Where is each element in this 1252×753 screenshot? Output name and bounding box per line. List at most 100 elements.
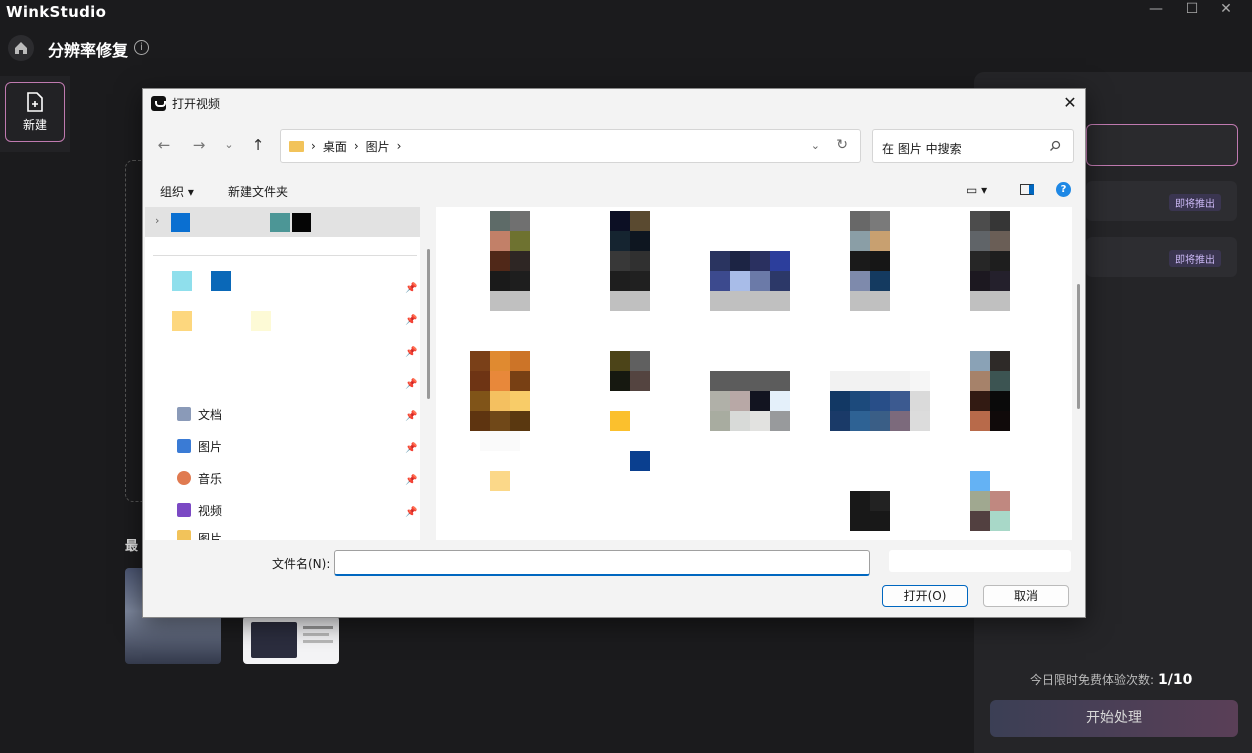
quota-label: 今日限时免费体验次数: bbox=[1030, 673, 1155, 687]
coming-soon-badge: 即将推出 bbox=[1169, 250, 1221, 267]
file-type-select[interactable] bbox=[889, 550, 1071, 572]
blurred-content bbox=[292, 213, 311, 232]
file-thumbnail[interactable] bbox=[610, 211, 650, 311]
nav-scrollbar[interactable] bbox=[427, 249, 430, 399]
new-file-icon bbox=[27, 91, 43, 112]
file-thumbnail[interactable] bbox=[970, 211, 1010, 311]
search-input[interactable]: 在 图片 中搜索 bbox=[872, 129, 1074, 163]
file-thumbnail[interactable] bbox=[630, 451, 650, 471]
file-thumbnail[interactable] bbox=[490, 211, 530, 311]
nav-item-label: 图片 bbox=[198, 439, 223, 454]
refresh-icon[interactable]: ↻ bbox=[836, 137, 848, 153]
content-scrollbar[interactable] bbox=[1077, 284, 1080, 409]
blurred-content bbox=[270, 213, 290, 232]
home-icon bbox=[15, 42, 27, 54]
close-icon[interactable]: ✕ bbox=[1059, 93, 1081, 113]
pin-icon: 📌 bbox=[405, 443, 418, 454]
nav-item-label: 音乐 bbox=[198, 471, 223, 486]
option-item[interactable]: 即将推出 bbox=[1086, 237, 1237, 277]
preview-pane-icon[interactable] bbox=[1020, 184, 1034, 195]
nav-divider bbox=[153, 255, 417, 256]
up-icon[interactable]: ↑ bbox=[247, 135, 269, 155]
file-thumbnail[interactable] bbox=[710, 371, 790, 431]
blurred-content bbox=[171, 213, 190, 232]
new-folder-button[interactable]: 新建文件夹 bbox=[228, 183, 288, 200]
chevron-right-icon[interactable]: › bbox=[155, 214, 159, 227]
nav-item-folder[interactable]: 图片 bbox=[177, 530, 222, 540]
file-thumbnail[interactable] bbox=[710, 251, 790, 311]
nav-item-videos[interactable]: 视频 bbox=[177, 500, 222, 520]
new-button[interactable]: 新建 bbox=[5, 82, 65, 142]
quota-text: 今日限时免费体验次数: 1/10 bbox=[1030, 671, 1192, 688]
pin-icon: 📌 bbox=[405, 315, 418, 326]
file-thumbnail[interactable] bbox=[830, 371, 930, 431]
documents-icon bbox=[177, 407, 191, 421]
file-thumbnail[interactable] bbox=[470, 351, 530, 431]
pictures-icon bbox=[177, 439, 191, 453]
home-button[interactable] bbox=[8, 35, 34, 61]
pin-icon: 📌 bbox=[405, 347, 418, 358]
search-placeholder: 在 图片 中搜索 bbox=[882, 142, 962, 156]
breadcrumb-separator: › bbox=[353, 139, 359, 153]
videos-icon bbox=[177, 503, 191, 517]
open-button[interactable]: 打开(O) bbox=[882, 585, 968, 607]
cancel-button[interactable]: 取消 bbox=[983, 585, 1069, 607]
open-file-dialog: 打开视频 ✕ ← → ⌄ ↑ › 桌面 › 图片 › ⌄ ↻ 在 图片 中搜索 … bbox=[142, 88, 1086, 618]
recent-thumbnail[interactable] bbox=[243, 616, 339, 664]
app-logo-icon bbox=[151, 95, 166, 111]
nav-item-label: 文档 bbox=[198, 407, 223, 422]
option-selected[interactable] bbox=[1086, 124, 1238, 166]
pin-icon: 📌 bbox=[405, 283, 418, 294]
file-thumbnail[interactable] bbox=[970, 351, 1010, 431]
filename-label: 文件名(N): bbox=[272, 557, 331, 571]
breadcrumb-separator: › bbox=[396, 139, 402, 153]
blurred-content bbox=[172, 311, 192, 331]
file-thumbnail[interactable] bbox=[850, 491, 890, 531]
forward-icon[interactable]: → bbox=[188, 135, 210, 155]
file-grid bbox=[436, 207, 1072, 540]
chevron-down-icon[interactable]: ⌄ bbox=[811, 139, 820, 152]
app-title: WinkStudio bbox=[6, 3, 107, 21]
folder-icon bbox=[177, 530, 191, 540]
breadcrumb-item[interactable]: 图片 bbox=[366, 138, 390, 155]
nav-item-pictures[interactable]: 图片 bbox=[177, 436, 222, 456]
file-thumbnail[interactable] bbox=[850, 211, 890, 311]
info-icon[interactable]: i bbox=[134, 40, 149, 55]
filename-input[interactable] bbox=[334, 550, 870, 576]
folder-icon bbox=[289, 140, 304, 152]
organize-button[interactable]: 组织 ▾ bbox=[160, 183, 194, 200]
coming-soon-badge: 即将推出 bbox=[1169, 194, 1221, 211]
breadcrumb-item[interactable]: 桌面 bbox=[323, 138, 347, 155]
navigation-pane: › 文档 图片 音乐 视频 图片 📌 📌 📌 📌 📌 📌 📌 📌 bbox=[145, 207, 420, 540]
address-bar[interactable]: › 桌面 › 图片 › ⌄ ↻ bbox=[280, 129, 861, 163]
start-button[interactable]: 开始处理 bbox=[990, 700, 1238, 737]
pin-icon: 📌 bbox=[405, 507, 418, 518]
option-item[interactable]: 即将推出 bbox=[1086, 181, 1237, 221]
breadcrumb-separator: › bbox=[311, 139, 316, 153]
nav-item-music[interactable]: 音乐 bbox=[177, 468, 222, 488]
pin-icon: 📌 bbox=[405, 379, 418, 390]
pin-icon: 📌 bbox=[405, 411, 418, 422]
blurred-content bbox=[211, 271, 231, 291]
help-icon[interactable]: ? bbox=[1056, 182, 1071, 197]
blurred-content bbox=[172, 271, 192, 291]
recent-locations-icon[interactable]: ⌄ bbox=[218, 135, 240, 155]
nav-item-label: 视频 bbox=[198, 503, 223, 518]
file-thumbnail[interactable] bbox=[610, 351, 650, 431]
minimize-icon[interactable]: — bbox=[1136, 0, 1176, 20]
search-icon bbox=[1050, 140, 1061, 151]
page-title: 分辨率修复 bbox=[48, 41, 129, 60]
close-window-icon[interactable]: ✕ bbox=[1206, 0, 1246, 20]
file-thumbnail[interactable] bbox=[490, 471, 510, 491]
new-button-label: 新建 bbox=[22, 117, 47, 132]
dialog-titlebar: 打开视频 bbox=[151, 95, 220, 111]
back-icon[interactable]: ← bbox=[153, 135, 175, 155]
dialog-title: 打开视频 bbox=[172, 96, 221, 111]
recent-label: 最 bbox=[125, 539, 139, 554]
file-thumbnail[interactable] bbox=[970, 471, 1010, 531]
view-options-icon[interactable]: ▭ ▾ bbox=[966, 183, 987, 197]
blurred-content bbox=[480, 431, 520, 451]
nav-selected-row[interactable]: › bbox=[145, 207, 420, 237]
nav-item-documents[interactable]: 文档 bbox=[177, 404, 222, 424]
quota-value: 1/10 bbox=[1158, 672, 1193, 688]
